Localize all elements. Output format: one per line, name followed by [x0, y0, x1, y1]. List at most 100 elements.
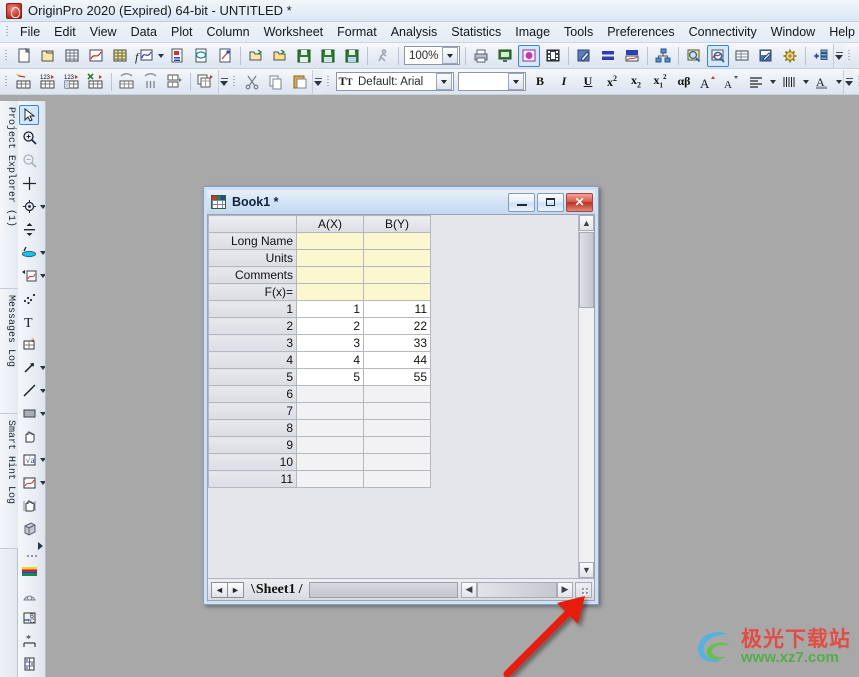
worksheet-vertical-scrollbar[interactable]: ▲ ▼: [578, 215, 594, 578]
worksheet-horizontal-scrollbar[interactable]: ◀ ▶: [461, 581, 573, 598]
tool-data-reader[interactable]: [18, 195, 45, 218]
run-script-icon[interactable]: [372, 45, 394, 67]
rotate-tool-icon[interactable]: [19, 496, 39, 516]
column-header-b[interactable]: B(Y): [363, 215, 431, 233]
book1-window[interactable]: Book1 * ✕ A(X) B(Y) Long Name Units Comm…: [203, 186, 599, 677]
tools-palette-collapse[interactable]: [18, 540, 45, 551]
scroll-left-button[interactable]: ◀: [461, 581, 477, 598]
menu-connectivity[interactable]: Connectivity: [682, 23, 764, 41]
meta-cell-a-units[interactable]: [296, 249, 364, 267]
cell-a9[interactable]: [296, 436, 364, 454]
line-width-dropdown[interactable]: [801, 72, 810, 92]
meta-row-fx[interactable]: F(x)=: [208, 283, 431, 301]
stack-columns-icon[interactable]: [195, 71, 217, 93]
rectangle-tool-dropdown[interactable]: [39, 405, 45, 423]
cell-a5[interactable]: 5: [296, 368, 364, 386]
row-header-1[interactable]: 1: [208, 300, 297, 318]
increase-font-icon[interactable]: A: [697, 71, 719, 93]
table-row[interactable]: 5 5 55: [208, 368, 431, 386]
table-row[interactable]: 1 1 11: [208, 300, 431, 318]
cube-3d-tool-icon[interactable]: [19, 519, 39, 539]
meta-cell-a-comments[interactable]: [296, 266, 364, 284]
copy-page-icon[interactable]: [518, 44, 540, 67]
table-row[interactable]: 6: [208, 385, 431, 403]
regional-mask-tool-icon[interactable]: [19, 266, 39, 286]
tool-insert-graph[interactable]: [18, 471, 45, 494]
equation-tool-icon[interactable]: √a: [19, 450, 39, 470]
menu-help[interactable]: Help: [822, 23, 859, 41]
tool-rectangle[interactable]: [18, 402, 45, 425]
subscript-icon[interactable]: x2: [625, 71, 647, 93]
add-layer-icon[interactable]: [810, 45, 832, 67]
menu-grip[interactable]: [4, 24, 11, 40]
menu-format[interactable]: Format: [330, 23, 384, 41]
tool-new-legend[interactable]: *: [18, 629, 45, 652]
standard-toolbar-overflow[interactable]: [833, 43, 844, 68]
format-toolbar-grip[interactable]: [325, 74, 332, 90]
meta-cell-a-fx[interactable]: [296, 283, 364, 301]
row-header-11[interactable]: 11: [208, 470, 297, 488]
meta-cell-b-fx[interactable]: [363, 283, 431, 301]
merge-icon[interactable]: [621, 45, 643, 67]
tool-zoom-out[interactable]: [18, 149, 45, 172]
tool-scatter[interactable]: [18, 287, 45, 310]
menu-column[interactable]: Column: [200, 23, 257, 41]
cell-a10[interactable]: [296, 453, 364, 471]
font-color-icon[interactable]: A: [811, 71, 833, 93]
tool-equation[interactable]: √a: [18, 448, 45, 471]
font-size-dropdown-button[interactable]: [508, 73, 524, 90]
table-row[interactable]: 11: [208, 470, 431, 488]
zoom-dropdown-button[interactable]: [442, 47, 458, 64]
sheet-corner[interactable]: [208, 215, 297, 233]
cell-a3[interactable]: 3: [296, 334, 364, 352]
gear-icon[interactable]: [779, 45, 801, 67]
new-excel-icon[interactable]: [214, 45, 236, 67]
line-tool-icon[interactable]: [19, 381, 39, 401]
meta-row-comments[interactable]: Comments: [208, 266, 431, 284]
scroll-right-button[interactable]: ▶: [557, 581, 573, 598]
tool-arrow[interactable]: [18, 356, 45, 379]
cell-a2[interactable]: 2: [296, 317, 364, 335]
worksheet-table[interactable]: A(X) B(Y) Long Name Units Comments F(x)=…: [208, 215, 431, 488]
layer-management-icon[interactable]: [652, 45, 674, 67]
line-tool-dropdown[interactable]: [39, 382, 45, 400]
menu-worksheet[interactable]: Worksheet: [257, 23, 331, 41]
meta-label-units[interactable]: Units: [208, 249, 297, 267]
menu-analysis[interactable]: Analysis: [384, 23, 445, 41]
menu-tools[interactable]: Tools: [557, 23, 600, 41]
underline-icon[interactable]: U: [577, 71, 599, 93]
tool-rescale[interactable]: B C: [18, 606, 45, 629]
save-template-icon[interactable]: [341, 45, 363, 67]
movie-icon[interactable]: [542, 45, 564, 67]
table-row[interactable]: 9: [208, 436, 431, 454]
arrow-tool-dropdown[interactable]: [39, 359, 45, 377]
menu-window[interactable]: Window: [764, 23, 822, 41]
tool-pointer[interactable]: [18, 103, 45, 126]
insert-graph-tool-dropdown[interactable]: [39, 474, 45, 492]
new-folder-icon[interactable]: [37, 45, 59, 67]
tool-data-selector[interactable]: [18, 218, 45, 241]
meta-label-comments[interactable]: Comments: [208, 266, 297, 284]
table-row[interactable]: 10: [208, 453, 431, 471]
align-icon[interactable]: [745, 71, 767, 93]
cell-b3[interactable]: 33: [363, 334, 431, 352]
sheet-tab-nav[interactable]: ◄ ►: [211, 581, 244, 598]
cell-b5[interactable]: 55: [363, 368, 431, 386]
tool-draw-data[interactable]: [18, 241, 45, 264]
greek-icon[interactable]: αβ: [673, 71, 695, 93]
tool-axis-dialog[interactable]: [18, 652, 45, 675]
new-function-plot-dropdown[interactable]: [156, 46, 165, 66]
data-reader-icon[interactable]: [707, 44, 729, 67]
transpose-icon[interactable]: [116, 71, 138, 93]
row-header-7[interactable]: 7: [208, 402, 297, 420]
rectangle-tool-icon[interactable]: [19, 404, 39, 424]
data-reader-tool-dropdown[interactable]: [39, 198, 45, 216]
tool-zoom-in[interactable]: [18, 126, 45, 149]
preview-icon[interactable]: [683, 45, 705, 67]
new-layout-icon[interactable]: [166, 45, 188, 67]
pointer-tool-icon[interactable]: [19, 104, 39, 125]
line-width-icon[interactable]: [778, 71, 800, 93]
row-header-9[interactable]: 9: [208, 436, 297, 454]
meta-cell-a-long-name[interactable]: [296, 232, 364, 250]
new-notes-icon[interactable]: [190, 45, 212, 67]
